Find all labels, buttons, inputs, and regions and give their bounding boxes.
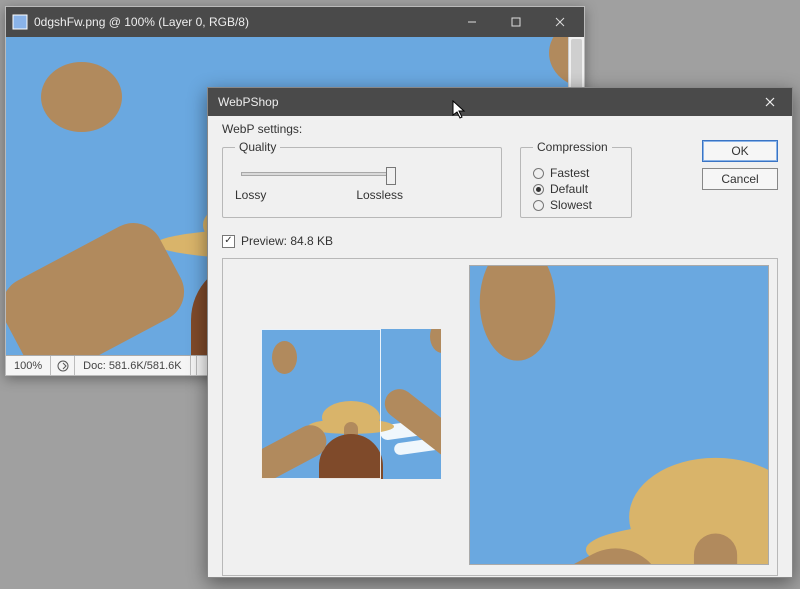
document-size: Doc: 581.6K/581.6K — [75, 356, 190, 375]
maximize-button[interactable] — [494, 7, 538, 37]
radio-icon — [533, 184, 544, 195]
status-menu-icon[interactable] — [51, 356, 75, 375]
quality-legend: Quality — [235, 140, 280, 154]
dialog-close-button[interactable] — [748, 88, 792, 116]
radio-label: Fastest — [550, 166, 589, 180]
minimize-button[interactable] — [450, 7, 494, 37]
preview-thumbnail[interactable] — [261, 329, 441, 479]
compression-option-slowest[interactable]: Slowest — [533, 198, 619, 212]
status-divider — [191, 356, 197, 375]
compression-option-default[interactable]: Default — [533, 182, 619, 196]
compression-group: Compression Fastest Default Slowest — [520, 140, 632, 218]
close-button[interactable] — [538, 7, 582, 37]
cancel-button[interactable]: Cancel — [702, 168, 778, 190]
preview-toggle-row[interactable]: Preview: 84.8 KB — [222, 234, 778, 248]
radio-icon — [533, 200, 544, 211]
document-titlebar[interactable]: 0dgshFw.png @ 100% (Layer 0, RGB/8) — [6, 7, 584, 37]
radio-label: Slowest — [550, 198, 592, 212]
quality-slider-thumb[interactable] — [386, 167, 396, 185]
lossy-label: Lossy — [235, 188, 266, 202]
ok-button[interactable]: OK — [702, 140, 778, 162]
compression-option-fastest[interactable]: Fastest — [533, 166, 619, 180]
app-icon — [12, 14, 28, 30]
document-title: 0dgshFw.png @ 100% (Layer 0, RGB/8) — [34, 15, 450, 29]
preview-checkbox[interactable] — [222, 235, 235, 248]
preview-label: Preview: 84.8 KB — [241, 234, 333, 248]
dialog-titlebar[interactable]: WebPShop — [208, 88, 792, 116]
quality-group: Quality Lossy Lossless — [222, 140, 502, 218]
lossless-label: Lossless — [356, 188, 403, 202]
quality-slider[interactable] — [241, 172, 391, 176]
zoom-level[interactable]: 100% — [6, 356, 51, 375]
preview-zoom[interactable] — [469, 265, 769, 565]
compression-legend: Compression — [533, 140, 612, 154]
settings-label: WebP settings: — [222, 122, 778, 136]
radio-label: Default — [550, 182, 588, 196]
radio-icon — [533, 168, 544, 179]
preview-area — [222, 258, 778, 576]
dialog-title: WebPShop — [218, 95, 748, 109]
webpshop-dialog: WebPShop WebP settings: Quality Lossy Lo… — [207, 87, 793, 578]
